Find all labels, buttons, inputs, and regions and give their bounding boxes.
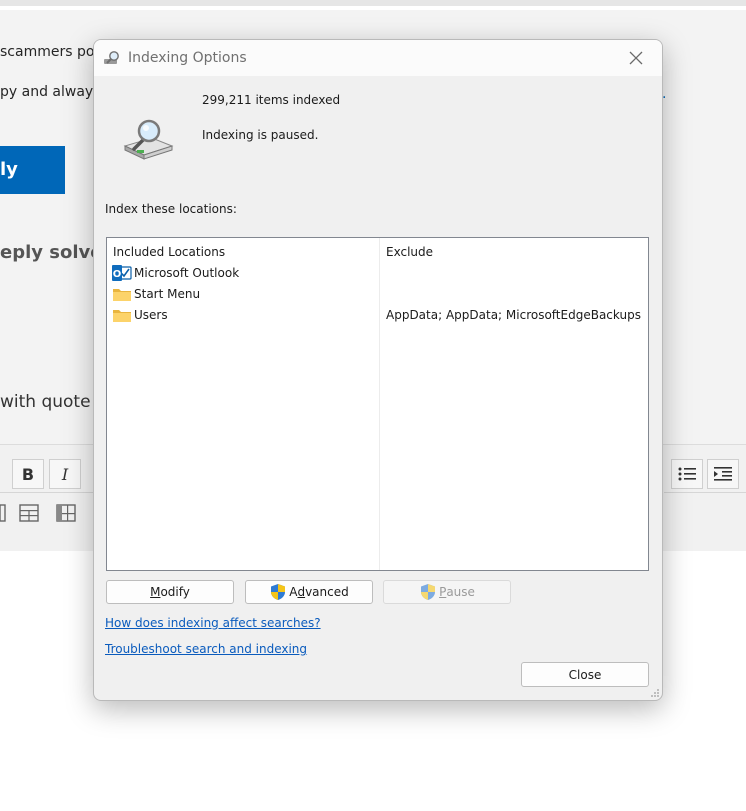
list-item[interactable]: Start Menu (112, 284, 200, 304)
modify-button[interactable]: Modify (106, 580, 234, 604)
insert-table-icon[interactable] (19, 504, 39, 526)
table-column-icon[interactable] (56, 504, 76, 526)
pause-button[interactable]: Pause (383, 580, 511, 604)
modify-label: odify (160, 585, 190, 599)
pause-access-key: P (439, 585, 447, 599)
location-name: Start Menu (134, 287, 201, 301)
exclude-header[interactable]: Exclude (386, 245, 433, 259)
location-exclude: AppData; AppData; MicrosoftEdgeBackups (386, 308, 641, 322)
location-name: Microsoft Outlook (134, 266, 240, 280)
reply-with-quote-link[interactable]: with quote (0, 392, 91, 412)
close-icon[interactable] (616, 40, 656, 76)
troubleshoot-indexing-link[interactable]: Troubleshoot search and indexing (105, 642, 307, 656)
italic-button[interactable]: I (49, 459, 81, 489)
indexing-drive-icon (123, 119, 174, 160)
toolbar-divider (664, 492, 746, 493)
indent-button[interactable] (707, 459, 739, 489)
dialog-title-bar[interactable]: Indexing Options (94, 40, 662, 76)
list-item[interactable]: O Microsoft Outlook (112, 263, 239, 283)
folder-icon (113, 289, 131, 301)
background-text-line-1: scammers post (0, 44, 108, 60)
indexing-status: Indexing is paused. (202, 128, 319, 142)
advanced-label-prefix: A (289, 585, 298, 599)
table-cell-icon[interactable] (0, 504, 6, 526)
indexing-options-dialog: Indexing Options 299,211 items indexed I… (93, 39, 663, 701)
browser-top-bar (0, 0, 746, 6)
dialog-title: Indexing Options (128, 50, 247, 66)
reply-button[interactable]: ly (0, 146, 65, 194)
modify-access-key: M (150, 585, 161, 599)
outlook-icon: O (112, 265, 132, 281)
index-locations-label: Index these locations: (105, 202, 237, 216)
locations-list[interactable]: Included Locations Exclude O Microsoft O… (106, 237, 649, 571)
advanced-access-key: d (297, 585, 306, 599)
close-button[interactable]: Close (521, 662, 649, 687)
how-indexing-affects-searches-link[interactable]: How does indexing affect searches? (105, 616, 321, 630)
reply-button-label: ly (0, 159, 18, 180)
bullet-list-icon (678, 467, 696, 481)
folder-icon (113, 310, 131, 322)
included-locations-header[interactable]: Included Locations (113, 245, 225, 259)
advanced-label: vanced (305, 585, 349, 599)
uac-shield-icon (271, 584, 286, 600)
toolbar-divider (0, 492, 100, 493)
list-item[interactable]: Users (112, 305, 168, 325)
background-text-line-2: py and always (0, 84, 101, 100)
indent-icon (714, 467, 732, 481)
bold-button[interactable]: B (12, 459, 44, 489)
location-name: Users (134, 308, 168, 322)
svg-text:O: O (113, 269, 122, 280)
bulleted-list-button[interactable] (671, 459, 703, 489)
resize-grip-icon[interactable] (650, 688, 660, 698)
pause-label: ause (446, 585, 475, 599)
items-indexed-count: 299,211 items indexed (202, 93, 341, 107)
advanced-button[interactable]: Ad vanced (245, 580, 373, 604)
indexing-magnifier-icon (104, 51, 119, 64)
uac-shield-icon (421, 584, 436, 600)
column-divider (379, 238, 380, 570)
